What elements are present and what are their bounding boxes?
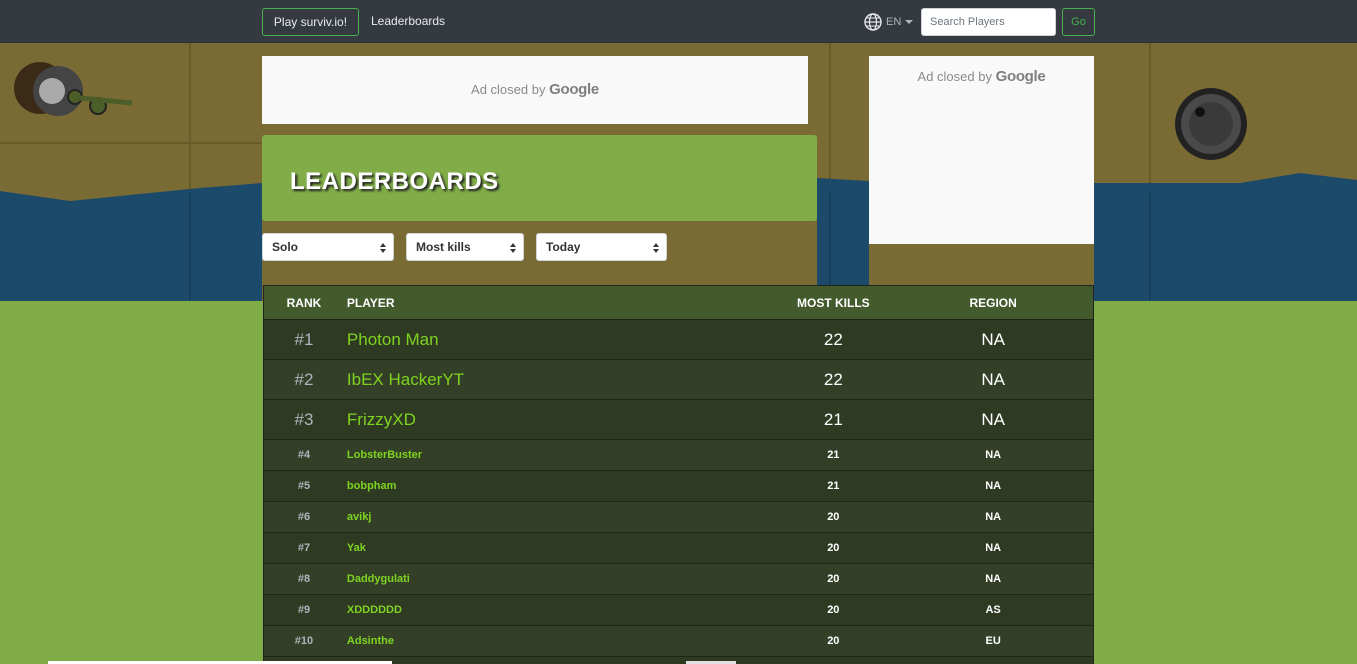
row-player-link[interactable]: IbEX HackerYT	[344, 370, 773, 390]
go-button[interactable]: Go	[1062, 8, 1095, 36]
navbar: Play surviv.io! Leaderboards EN Go	[0, 0, 1357, 43]
ad-closed-text: Ad closed by	[917, 69, 992, 84]
google-logo: Google	[995, 68, 1046, 85]
row-player-link[interactable]: Daddygulati	[344, 573, 773, 585]
row-region: EU	[985, 635, 1001, 647]
play-button[interactable]: Play surviv.io!	[262, 8, 359, 36]
row-region: NA	[985, 542, 1002, 554]
row-region: NA	[985, 573, 1002, 585]
row-kills: 22	[823, 329, 843, 349]
row-player-link[interactable]: XDDDDDD	[344, 604, 773, 616]
header-kills: MOST KILLS	[796, 295, 870, 310]
row-rank: #1	[294, 329, 314, 349]
language-selector[interactable]: EN	[864, 12, 914, 32]
header-rank: RANK	[286, 295, 322, 310]
table-row: #1 Photon Man 22 NA	[264, 320, 1093, 360]
row-region: NA	[981, 409, 1005, 429]
row-rank: #7	[297, 542, 311, 554]
row-kills: 20	[827, 604, 840, 616]
row-player-link[interactable]: FrizzyXD	[344, 410, 773, 430]
leaderboard-table: RANK PLAYER MOST KILLS REGION #1 Photon …	[263, 285, 1094, 664]
row-region: NA	[985, 511, 1002, 523]
time-select-value: Today	[546, 240, 581, 254]
row-rank: #6	[297, 511, 311, 523]
table-row: #9 XDDDDDD 20 AS	[264, 595, 1093, 626]
row-kills: 20	[827, 573, 840, 585]
table-row: #10 Adsinthe 20 EU	[264, 626, 1093, 657]
caret-down-icon	[905, 20, 914, 24]
row-rank: #9	[297, 604, 311, 616]
select-arrows-icon	[510, 243, 516, 253]
table-row: #7 Yak 20 NA	[264, 533, 1093, 564]
row-region: AS	[985, 604, 1001, 616]
nav-leaderboards-link[interactable]: Leaderboards	[371, 14, 445, 28]
stat-select[interactable]: Most kills	[406, 233, 524, 261]
table-row: #2 IbEX HackerYT 22 NA	[264, 360, 1093, 400]
header-region: REGION	[969, 295, 1017, 310]
stat-select-value: Most kills	[416, 240, 471, 254]
ad-banner-top: Ad closed by Google	[262, 56, 808, 124]
row-kills: 21	[827, 449, 840, 461]
table-row: #6 avikj 20 NA	[264, 502, 1093, 533]
table-row: #3 FrizzyXD 21 NA	[264, 400, 1093, 440]
row-player-link[interactable]: avikj	[344, 511, 773, 523]
select-arrows-icon	[380, 243, 386, 253]
row-region: NA	[985, 449, 1002, 461]
row-kills: 21	[827, 480, 840, 492]
row-player-link[interactable]: LobsterBuster	[344, 449, 773, 461]
google-logo: Google	[549, 81, 599, 98]
ad-banner-side: Ad closed by Google	[869, 56, 1094, 244]
row-rank: #8	[297, 573, 311, 585]
mode-select[interactable]: Solo	[262, 233, 394, 261]
row-region: NA	[981, 369, 1005, 389]
page-title: LEADERBOARDS	[290, 168, 499, 195]
table-header: RANK PLAYER MOST KILLS REGION	[264, 286, 1093, 320]
row-rank: #5	[297, 480, 311, 492]
row-kills: 22	[823, 369, 843, 389]
row-kills: 20	[827, 635, 840, 647]
table-row: #5 bobpham 21 NA	[264, 471, 1093, 502]
row-rank: #2	[294, 369, 314, 389]
ad-closed-text: Ad closed by	[471, 82, 546, 97]
row-player-link[interactable]: Adsinthe	[344, 635, 773, 647]
row-rank: #10	[294, 635, 314, 647]
row-kills: 21	[823, 409, 843, 429]
leaderboards-banner: LEADERBOARDS	[262, 135, 817, 221]
row-rank: #4	[297, 449, 311, 461]
select-arrows-icon	[653, 243, 659, 253]
table-row: #4 LobsterBuster 21 NA	[264, 440, 1093, 471]
search-players-input[interactable]	[921, 8, 1056, 36]
row-kills: 20	[827, 511, 840, 523]
language-label: EN	[886, 16, 902, 28]
row-region: NA	[981, 329, 1005, 349]
globe-icon	[864, 13, 882, 31]
row-player-link[interactable]: bobpham	[344, 480, 773, 492]
row-region: NA	[985, 480, 1002, 492]
row-rank: #3	[294, 409, 314, 429]
table-row: #8 Daddygulati 20 NA	[264, 564, 1093, 595]
header-player: PLAYER	[346, 295, 395, 310]
row-player-link[interactable]: Photon Man	[344, 330, 773, 350]
time-select[interactable]: Today	[536, 233, 667, 261]
row-player-link[interactable]: Yak	[344, 542, 773, 554]
row-kills: 20	[827, 542, 840, 554]
mode-select-value: Solo	[272, 240, 298, 254]
